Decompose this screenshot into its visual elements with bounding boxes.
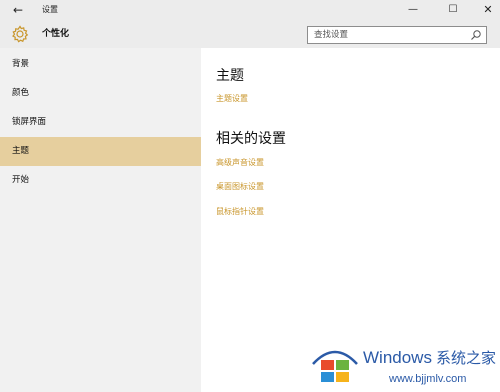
windows-logo-icon <box>312 350 358 382</box>
title-bar: ← 设置 — ☐ ✕ <box>0 0 500 20</box>
window-title: 设置 <box>42 5 58 14</box>
sidebar-item-start[interactable]: 开始 <box>0 166 201 195</box>
page-header: 个性化 查找设置 <box>0 20 500 48</box>
minimize-button[interactable]: — <box>401 0 425 20</box>
theme-settings-link[interactable]: 主题设置 <box>216 93 248 104</box>
gear-icon <box>12 25 29 43</box>
close-button[interactable]: ✕ <box>476 0 500 20</box>
sidebar-item-themes[interactable]: 主题 <box>0 137 201 166</box>
sidebar-item-colors[interactable]: 颜色 <box>0 79 201 108</box>
page-title: 个性化 <box>42 29 70 39</box>
search-input[interactable]: 查找设置 <box>307 26 487 44</box>
sidebar-item-lock-screen[interactable]: 锁屏界面 <box>0 108 201 137</box>
mouse-pointer-settings-link[interactable]: 鼠标指针设置 <box>216 206 264 217</box>
watermark-url: www.bjjmlv.com <box>389 373 467 385</box>
section-title-related-settings: 相关的设置 <box>216 131 286 147</box>
watermark: Windows 系统之家 www.bjjmlv.com <box>305 334 500 392</box>
back-button[interactable]: ← <box>6 1 30 19</box>
search-icon[interactable] <box>470 29 482 41</box>
sidebar: 背景 颜色 锁屏界面 主题 开始 <box>0 48 201 392</box>
section-title-themes: 主题 <box>216 68 244 84</box>
desktop-icon-settings-link[interactable]: 桌面图标设置 <box>216 181 264 192</box>
search-placeholder: 查找设置 <box>314 30 349 40</box>
watermark-text: Windows 系统之家 <box>363 348 496 367</box>
sidebar-item-background[interactable]: 背景 <box>0 50 201 79</box>
advanced-sound-settings-link[interactable]: 高级声音设置 <box>216 157 264 168</box>
maximize-button[interactable]: ☐ <box>441 0 465 20</box>
